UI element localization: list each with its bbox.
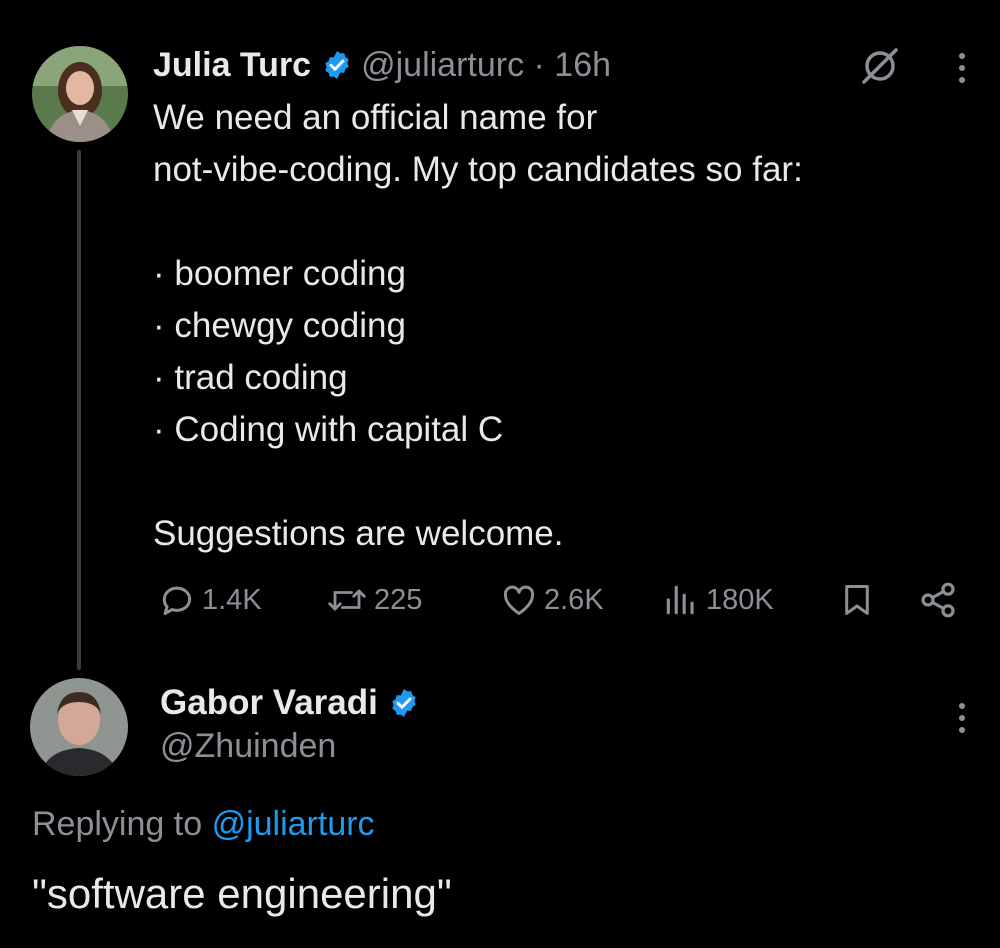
like-count: 2.6K — [544, 583, 604, 616]
reply-author-handle[interactable]: @Zhuinden — [160, 727, 336, 766]
views-icon — [666, 585, 694, 615]
replying-to: Replying to @juliarturc — [32, 805, 375, 844]
replying-prefix: Replying to — [32, 805, 203, 843]
reply-button[interactable]: 1.4K — [158, 578, 262, 622]
tweet-text-line: · chewgy coding — [153, 306, 406, 345]
replying-mention-link[interactable]: @juliarturc — [212, 805, 375, 843]
tweet-text-line: not-vibe-coding. My top candidates so fa… — [153, 150, 803, 189]
verified-badge-icon — [388, 687, 420, 719]
share-button[interactable] — [918, 578, 964, 622]
reply-author-avatar[interactable] — [30, 678, 128, 776]
tweet-header: Julia Turc @juliarturc · 16h — [153, 40, 611, 90]
reply-count: 1.4K — [202, 583, 262, 616]
reply-icon — [162, 586, 192, 615]
author-handle-time[interactable]: @juliarturc · 16h — [361, 46, 611, 85]
tweet-text-line: · Coding with capital C — [153, 410, 504, 449]
views-button[interactable]: 180K — [662, 578, 774, 622]
tweet-text-blank — [153, 196, 953, 248]
grok-icon[interactable] — [858, 44, 902, 88]
profile-photo-man-icon — [30, 678, 128, 776]
tweet-text-line: · boomer coding — [153, 254, 406, 293]
tweet-text-blank — [153, 456, 953, 508]
share-icon — [921, 582, 955, 618]
author-avatar[interactable] — [32, 46, 128, 142]
retweet-icon — [328, 589, 366, 611]
views-count: 180K — [706, 583, 774, 616]
reply-header: Gabor Varadi — [160, 678, 428, 728]
retweet-button[interactable]: 225 — [326, 578, 422, 622]
reply-author-name[interactable]: Gabor Varadi — [160, 683, 378, 723]
tweet-text-line: · trad coding — [153, 358, 348, 397]
verified-badge-icon — [321, 49, 353, 81]
tweet-text: We need an official name for not-vibe-co… — [153, 92, 953, 560]
bookmark-button[interactable] — [838, 578, 882, 622]
author-name[interactable]: Julia Turc — [153, 46, 311, 85]
more-options-icon[interactable] — [956, 698, 968, 738]
more-options-icon[interactable] — [956, 48, 968, 88]
like-icon — [503, 585, 535, 615]
tweet-action-bar: 1.4K 225 2.6K 180K — [0, 578, 1000, 622]
tweet-text-line: Suggestions are welcome. — [153, 514, 564, 553]
tweet-text-line: We need an official name for — [153, 98, 598, 137]
profile-photo-woman-icon — [32, 46, 128, 142]
like-button[interactable]: 2.6K — [500, 578, 604, 622]
bookmark-icon — [845, 585, 869, 615]
retweet-count: 225 — [374, 583, 423, 616]
reply-text: "software engineering" — [32, 870, 452, 917]
